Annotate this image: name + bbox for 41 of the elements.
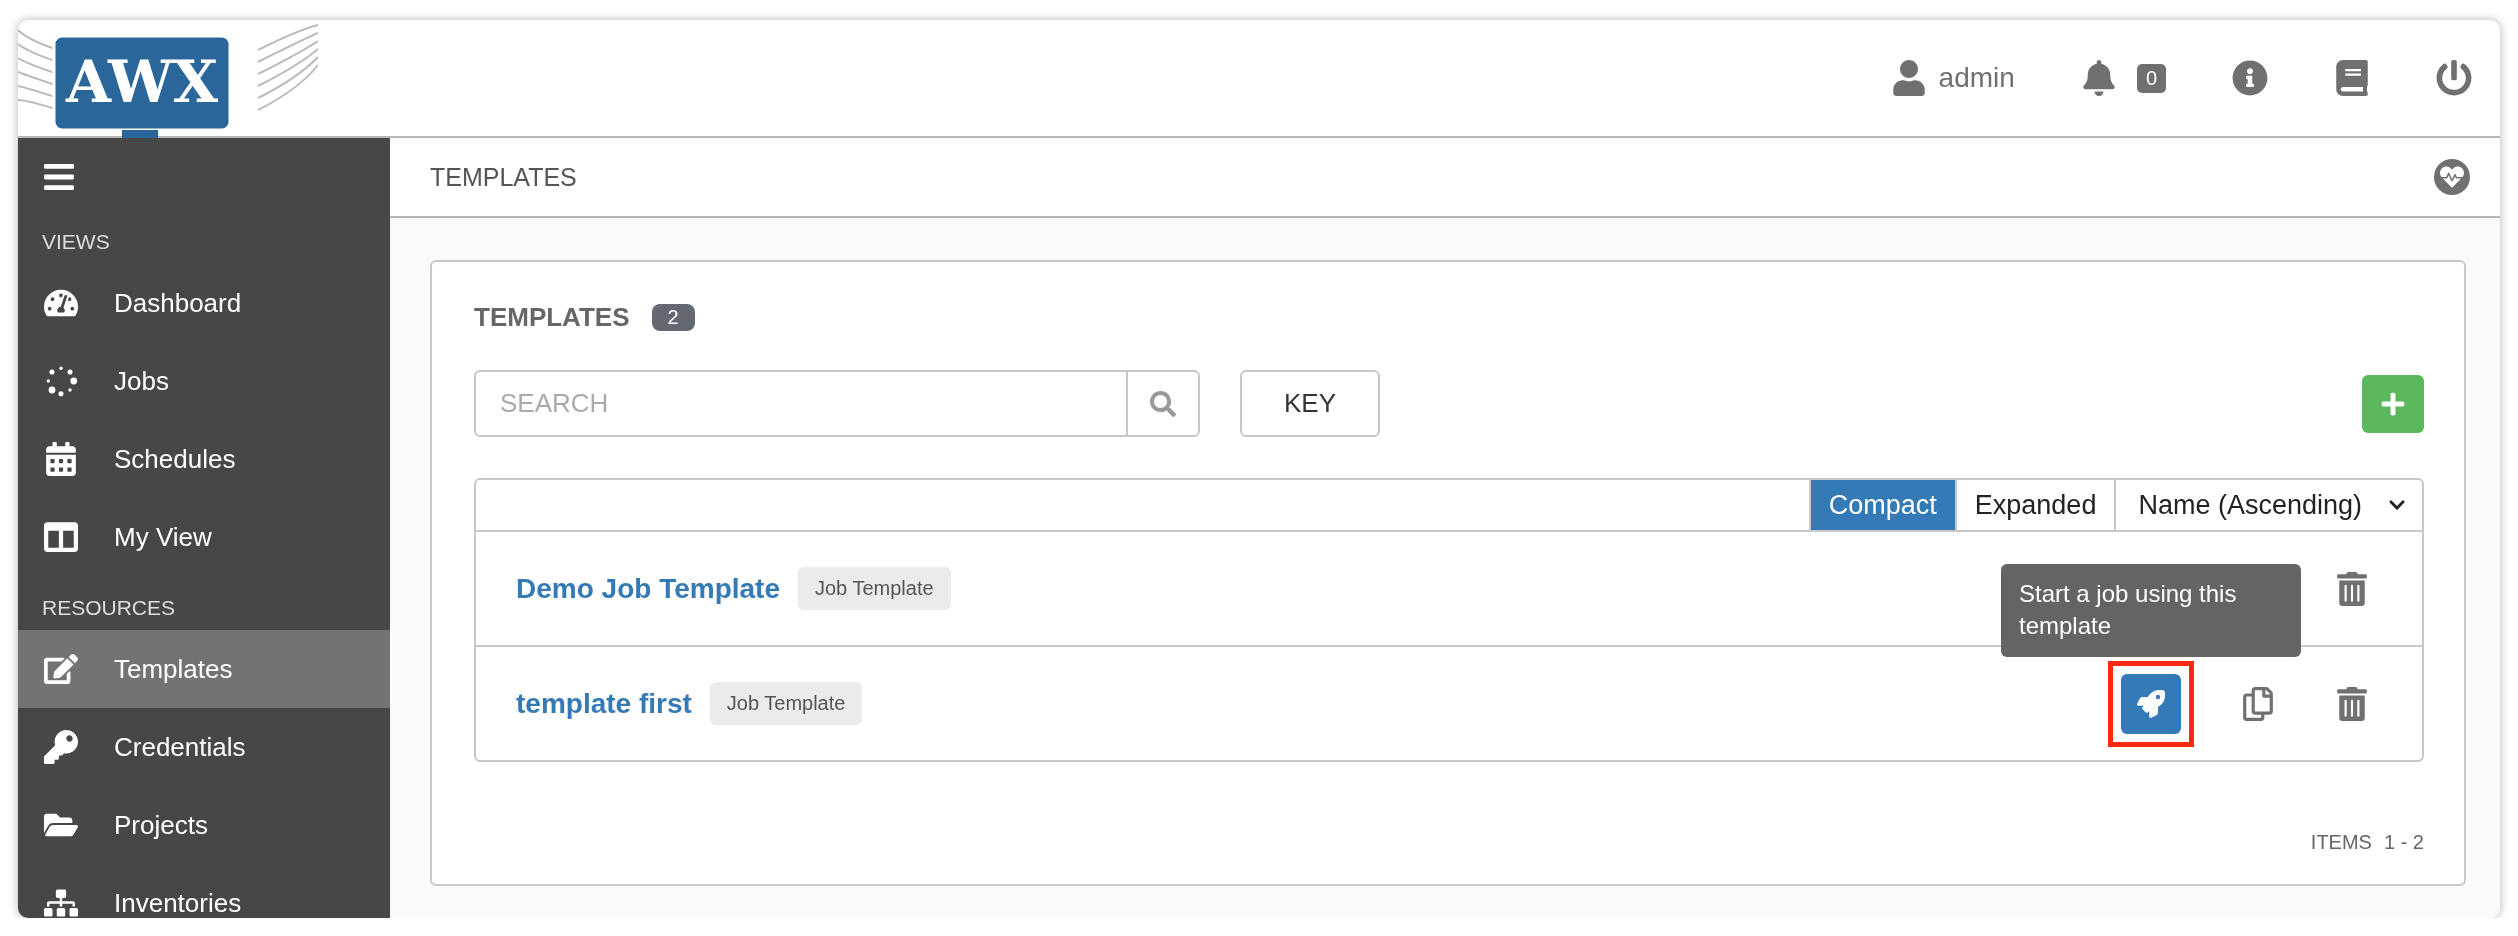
sidebar-item[interactable]: My View xyxy=(18,498,390,576)
count-badge: 2 xyxy=(651,303,695,331)
breadcrumb: TEMPLATES xyxy=(430,162,577,192)
sidebar-item[interactable]: Credentials xyxy=(18,708,390,786)
sidebar-item[interactable]: Dashboard xyxy=(18,264,390,342)
edit-icon xyxy=(42,652,80,686)
key-button[interactable]: KEY xyxy=(1240,370,1380,437)
items-label: ITEMS xyxy=(2310,831,2372,854)
power-icon[interactable] xyxy=(2436,60,2472,96)
type-tag: Job Template xyxy=(709,682,863,725)
template-name[interactable]: template first xyxy=(516,687,692,720)
search-field[interactable]: SEARCH xyxy=(474,370,1200,437)
panel-title: TEMPLATES xyxy=(474,301,630,333)
info-icon[interactable] xyxy=(2232,60,2268,96)
key-icon xyxy=(42,730,80,764)
rocket-icon xyxy=(2137,689,2165,718)
launch-button[interactable] xyxy=(2121,673,2181,734)
sidebar-item[interactable]: Templates xyxy=(18,630,390,708)
columns-icon xyxy=(42,520,80,554)
sidebar-item[interactable]: Inventories xyxy=(18,864,390,918)
sidebar-item[interactable]: Schedules xyxy=(18,420,390,498)
sidebar-item[interactable]: Jobs xyxy=(18,342,390,420)
search-input[interactable]: SEARCH xyxy=(476,372,1126,435)
search-icon xyxy=(1150,390,1176,417)
activity-icon[interactable] xyxy=(2434,159,2470,195)
section-title: VIEWS xyxy=(41,229,111,255)
logo: AWX xyxy=(18,20,318,138)
book-icon[interactable] xyxy=(2334,60,2370,96)
type-tag: Job Template xyxy=(798,567,951,610)
notification-count: 0 xyxy=(2136,63,2166,93)
section-title: RESOURCES xyxy=(41,595,177,621)
items-range: 1 - 2 xyxy=(2383,831,2424,854)
sidebar-item[interactable]: Projects xyxy=(18,786,390,864)
bell-icon[interactable] xyxy=(2080,60,2117,96)
plus-icon xyxy=(2380,390,2406,417)
template-name[interactable]: Demo Job Template xyxy=(516,572,780,605)
username[interactable]: admin xyxy=(1938,62,2015,94)
view-toggle[interactable]: Compact xyxy=(1808,480,1955,530)
user-icon[interactable] xyxy=(1890,60,1927,96)
tooltip: Start a job using this template xyxy=(2001,563,2301,657)
sitemap-icon xyxy=(42,886,80,918)
